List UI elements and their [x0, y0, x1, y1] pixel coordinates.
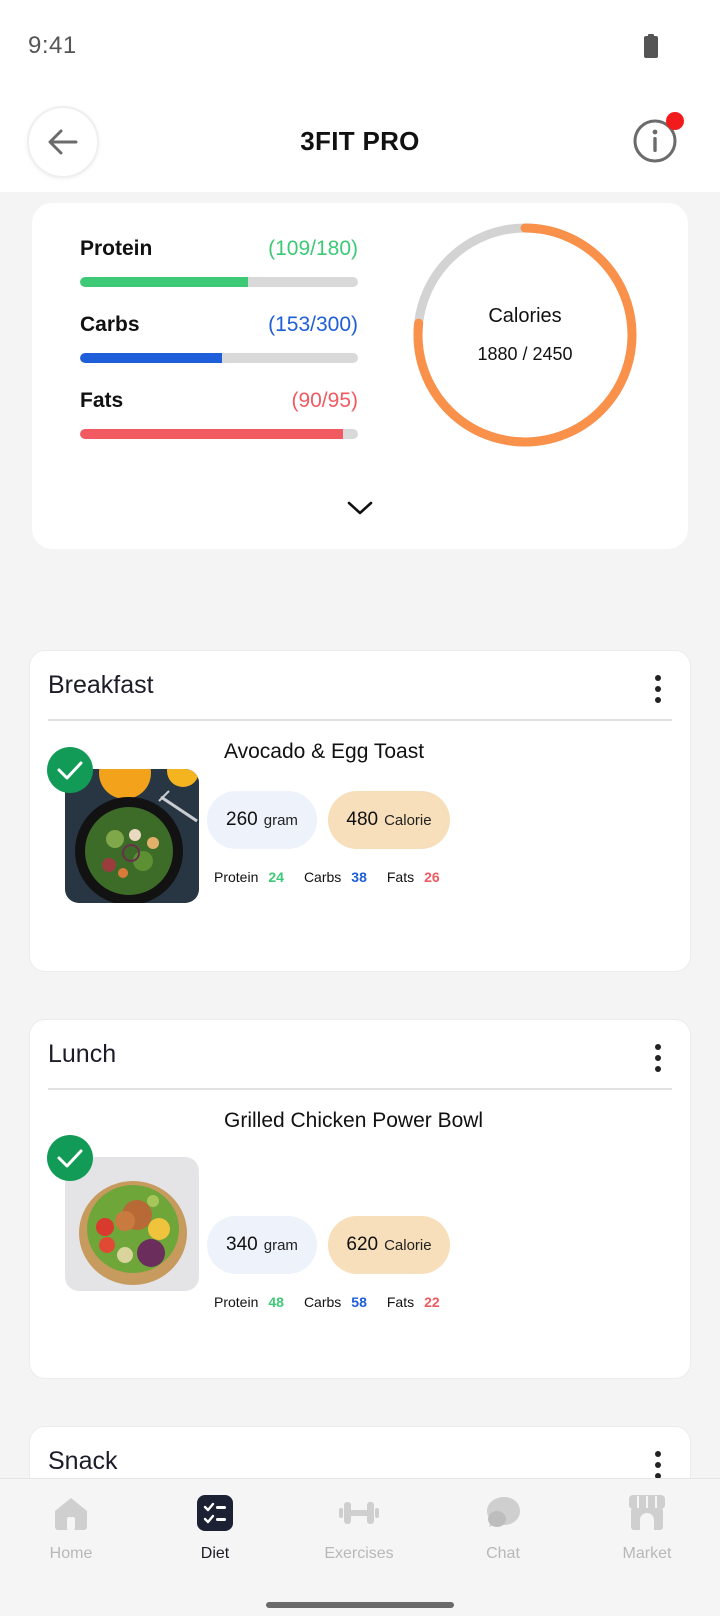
battery-icon [644, 34, 658, 58]
status-time: 9:41 [28, 32, 77, 59]
food-name[interactable]: Avocado & Egg Toast [224, 733, 484, 771]
protein-value: 48 [268, 1294, 284, 1310]
calorie-unit: Calorie [384, 811, 432, 829]
nutrient-row: Protein 24 Carbs 38 Fats 26 [214, 869, 460, 885]
nav-label: Chat [486, 1545, 520, 1562]
food-image[interactable] [65, 769, 199, 903]
divider [48, 1088, 672, 1090]
meal-title: Snack [48, 1447, 118, 1475]
calorie-badge: 620 Calorie [328, 1216, 450, 1274]
app-header: 3FIT PRO [0, 92, 720, 192]
weight-badge: 260 gram [207, 791, 317, 849]
meal-title: Breakfast [48, 671, 154, 699]
macro-value: (109/180) [268, 237, 358, 260]
nav-item-exercises[interactable]: Exercises [304, 1493, 414, 1563]
progress-track [80, 353, 358, 363]
macro-label: Fats [80, 389, 124, 412]
food-image[interactable] [65, 1157, 199, 1291]
macro-value: (153/300) [268, 313, 358, 336]
progress-fill [80, 429, 344, 439]
calorie-badge: 480 Calorie [328, 791, 450, 849]
meal-card-breakfast: Breakfast Avocado & Egg Toast 260 gram 4… [29, 650, 691, 972]
more-options-icon[interactable] [648, 671, 668, 707]
macro-fats: Fats (90/95) [80, 385, 358, 439]
fats-value: 26 [424, 869, 440, 885]
more-options-icon[interactable] [648, 1040, 668, 1076]
page-title: 3FIT PRO [300, 126, 420, 156]
info-button[interactable] [632, 112, 684, 164]
completed-check-icon[interactable] [47, 747, 93, 793]
fats-value: 22 [424, 1294, 440, 1310]
calories-label: Calories [488, 305, 562, 327]
macro-value: (90/95) [291, 389, 358, 412]
weight-unit: gram [263, 811, 298, 829]
status-bar: 9:41 [0, 0, 720, 92]
meal-title: Lunch [48, 1040, 117, 1068]
macro-label: Protein [80, 237, 153, 260]
weight-badge: 340 gram [207, 1216, 317, 1274]
chevron-down-icon [347, 501, 373, 515]
protein-label: Protein [214, 869, 259, 885]
home-icon [51, 1493, 91, 1533]
notification-dot [666, 112, 684, 130]
progress-fill [80, 277, 249, 287]
nutrition-summary-card: Protein (109/180) Carbs (153/300) Fats (… [32, 203, 688, 549]
macro-protein: Protein (109/180) [80, 233, 358, 287]
protein-label: Protein [214, 1294, 259, 1310]
carbs-value: 58 [351, 1294, 367, 1310]
completed-check-icon[interactable] [47, 1135, 93, 1181]
food-name[interactable]: Grilled Chicken Power Bowl [224, 1102, 484, 1140]
bottom-navigation: Home Diet Exercises Chat Market [0, 1478, 720, 1616]
calorie-value: 620 [346, 1234, 379, 1255]
nav-item-diet[interactable]: Diet [160, 1493, 270, 1563]
nutrient-row: Protein 48 Carbs 58 Fats 22 [214, 1294, 460, 1310]
progress-track [80, 277, 358, 287]
fats-label: Fats [386, 869, 415, 885]
carbs-label: Carbs [303, 1294, 342, 1310]
chat-icon [483, 1493, 523, 1533]
nav-item-home[interactable]: Home [16, 1493, 126, 1563]
nav-label: Diet [200, 1545, 230, 1562]
carbs-label: Carbs [303, 869, 342, 885]
calories-value: 1880 / 2450 [477, 344, 573, 364]
divider [48, 719, 672, 721]
progress-fill [80, 353, 222, 363]
weight-value: 340 [226, 1234, 258, 1255]
calories-ring: Calories 1880 / 2450 [408, 218, 642, 452]
home-indicator[interactable] [266, 1602, 454, 1608]
nav-item-chat[interactable]: Chat [448, 1493, 558, 1563]
diet-checklist-icon [195, 1493, 235, 1533]
dumbbell-icon [339, 1493, 379, 1533]
carbs-value: 38 [351, 869, 367, 885]
macro-label: Carbs [80, 313, 140, 336]
calorie-unit: Calorie [384, 1236, 432, 1254]
expand-button[interactable] [340, 493, 380, 523]
weight-value: 260 [226, 809, 258, 830]
store-icon [627, 1493, 667, 1533]
nav-item-market[interactable]: Market [592, 1493, 702, 1563]
nav-label: Home [49, 1545, 93, 1562]
nav-label: Market [622, 1545, 672, 1562]
meal-card-lunch: Lunch Grilled Chicken Power Bowl 340 gra… [29, 1019, 691, 1379]
protein-value: 24 [268, 869, 284, 885]
calorie-value: 480 [346, 809, 379, 830]
nav-label: Exercises [324, 1545, 394, 1562]
progress-track [80, 429, 358, 439]
macro-carbs: Carbs (153/300) [80, 309, 358, 363]
fats-label: Fats [386, 1294, 415, 1310]
weight-unit: gram [263, 1236, 298, 1254]
